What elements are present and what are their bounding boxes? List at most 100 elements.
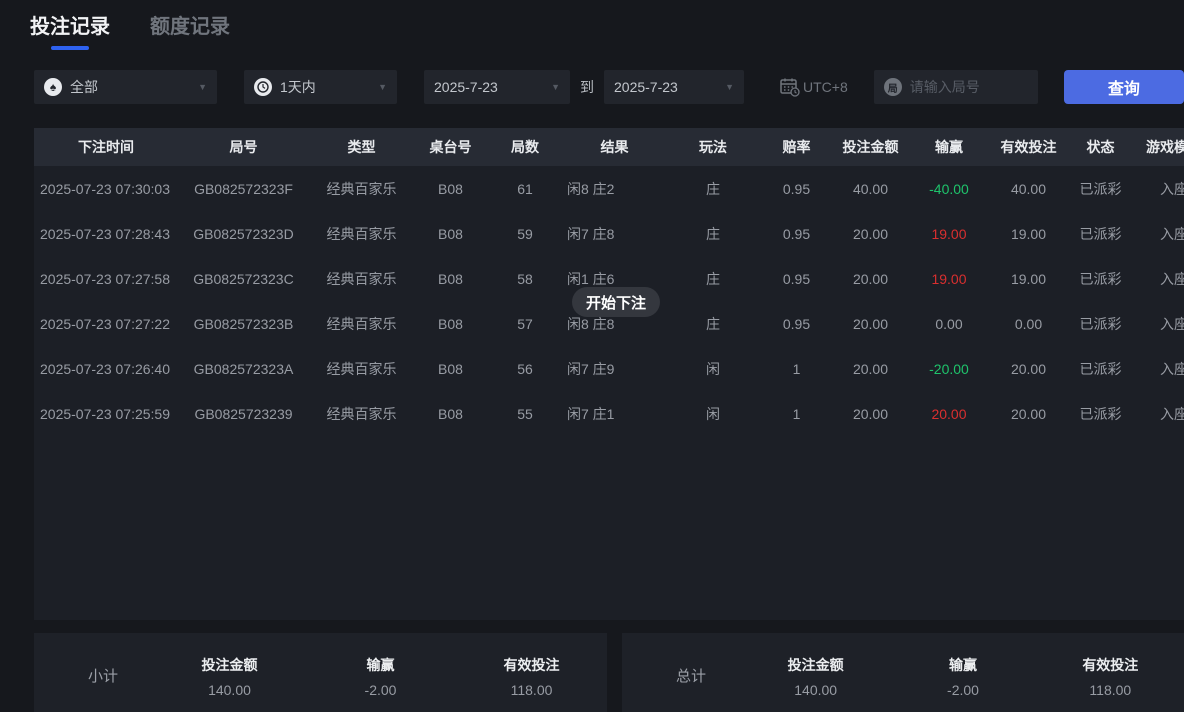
cell-round-no: 55 bbox=[487, 406, 563, 422]
date-to-value: 2025-7-23 bbox=[614, 79, 678, 95]
game-type-value: 全部 bbox=[70, 77, 98, 97]
table-row[interactable]: 2025-07-23 07:25:59GB0825723239经典百家乐B085… bbox=[34, 391, 1184, 436]
round-icon: 局 bbox=[884, 78, 902, 96]
chevron-down-icon: ▼ bbox=[378, 82, 387, 92]
cell-bet-amount: 20.00 bbox=[833, 406, 908, 422]
calendar-clock-icon bbox=[779, 76, 801, 98]
cell-round-id: GB082572323F bbox=[178, 181, 309, 197]
timezone-label: UTC+8 bbox=[803, 79, 848, 95]
subtotal-winloss-value: -2.00 bbox=[305, 682, 456, 698]
toast-start-betting: 开始下注 bbox=[572, 287, 660, 317]
cell-type: 经典百家乐 bbox=[309, 179, 414, 199]
total-valid-label: 有效投注 bbox=[1037, 655, 1184, 675]
cell-game-mode: 入座 bbox=[1134, 179, 1184, 199]
cell-time: 2025-07-23 07:27:22 bbox=[34, 316, 178, 332]
cell-table-no: B08 bbox=[414, 316, 487, 332]
cell-valid-bet: 0.00 bbox=[990, 316, 1067, 332]
cell-time: 2025-07-23 07:30:03 bbox=[34, 181, 178, 197]
total-panel: 总计 投注金额 140.00 输赢 -2.00 有效投注 118.00 bbox=[622, 633, 1184, 712]
cell-round-no: 57 bbox=[487, 316, 563, 332]
cell-bet-amount: 20.00 bbox=[833, 271, 908, 287]
cell-result: 闲8 庄2 bbox=[563, 179, 666, 199]
subtotal-winloss-label: 输赢 bbox=[305, 655, 456, 675]
tab-quota-records-label: 额度记录 bbox=[150, 16, 230, 38]
tab-bet-records[interactable]: 投注记录 bbox=[30, 10, 110, 50]
cell-game-mode: 入座 bbox=[1134, 314, 1184, 334]
col-header-valid-bet: 有效投注 bbox=[990, 137, 1067, 157]
table-row[interactable]: 2025-07-23 07:26:40GB082572323A经典百家乐B085… bbox=[34, 346, 1184, 391]
date-to-picker[interactable]: 2025-7-23 ▼ bbox=[604, 70, 744, 104]
col-header-round-id: 局号 bbox=[178, 137, 309, 157]
cell-status: 已派彩 bbox=[1067, 359, 1134, 379]
filter-bar: ♠ 全部 ▼ 1天内 ▼ 2025-7-23 ▼ 到 2025-7-23 ▼ U… bbox=[34, 70, 1184, 104]
bet-records-table: 下注时间 局号 类型 桌台号 局数 结果 玩法 赔率 投注金额 输赢 有效投注 … bbox=[34, 128, 1184, 620]
cell-time: 2025-07-23 07:27:58 bbox=[34, 271, 178, 287]
total-winloss-value: -2.00 bbox=[889, 682, 1036, 698]
col-header-bet-amount: 投注金额 bbox=[833, 137, 908, 157]
cell-result: 闲1 庄6 bbox=[563, 269, 666, 289]
active-tab-underline bbox=[51, 46, 89, 50]
table-row[interactable]: 2025-07-23 07:30:03GB082572323F经典百家乐B086… bbox=[34, 166, 1184, 211]
subtotal-bet-value: 140.00 bbox=[154, 682, 305, 698]
cell-time: 2025-07-23 07:26:40 bbox=[34, 361, 178, 377]
total-bet-label: 投注金额 bbox=[742, 655, 889, 675]
spade-icon: ♠ bbox=[44, 78, 62, 96]
cell-type: 经典百家乐 bbox=[309, 224, 414, 244]
col-header-odds: 赔率 bbox=[760, 137, 833, 157]
total-bet: 投注金额 140.00 bbox=[742, 655, 889, 698]
cell-odds: 0.95 bbox=[760, 316, 833, 332]
cell-winloss: -20.00 bbox=[908, 361, 990, 377]
cell-type: 经典百家乐 bbox=[309, 359, 414, 379]
query-button[interactable]: 查询 bbox=[1064, 70, 1184, 104]
cell-play: 闲 bbox=[666, 404, 760, 424]
timezone-indicator: UTC+8 bbox=[779, 76, 848, 98]
table-row[interactable]: 2025-07-23 07:28:43GB082572323D经典百家乐B085… bbox=[34, 211, 1184, 256]
col-header-game-mode: 游戏模式 bbox=[1134, 137, 1184, 157]
subtotal-valid-value: 118.00 bbox=[456, 682, 607, 698]
subtotal-valid: 有效投注 118.00 bbox=[456, 655, 607, 698]
cell-bet-amount: 40.00 bbox=[833, 181, 908, 197]
time-range-dropdown[interactable]: 1天内 ▼ bbox=[244, 70, 397, 104]
total-bet-value: 140.00 bbox=[742, 682, 889, 698]
chevron-down-icon: ▼ bbox=[198, 82, 207, 92]
game-type-dropdown[interactable]: ♠ 全部 ▼ bbox=[34, 70, 217, 104]
cell-result: 闲7 庄9 bbox=[563, 359, 666, 379]
cell-winloss: -40.00 bbox=[908, 181, 990, 197]
cell-game-mode: 入座 bbox=[1134, 359, 1184, 379]
cell-status: 已派彩 bbox=[1067, 224, 1134, 244]
clock-icon bbox=[254, 78, 272, 96]
cell-winloss: 20.00 bbox=[908, 406, 990, 422]
cell-valid-bet: 19.00 bbox=[990, 271, 1067, 287]
table-header-row: 下注时间 局号 类型 桌台号 局数 结果 玩法 赔率 投注金额 输赢 有效投注 … bbox=[34, 128, 1184, 166]
tab-quota-records[interactable]: 额度记录 bbox=[150, 10, 230, 50]
col-header-table-no: 桌台号 bbox=[414, 137, 487, 157]
cell-time: 2025-07-23 07:28:43 bbox=[34, 226, 178, 242]
cell-odds: 1 bbox=[760, 361, 833, 377]
chevron-down-icon: ▼ bbox=[725, 82, 734, 92]
subtotal-bet-label: 投注金额 bbox=[154, 655, 305, 675]
cell-valid-bet: 19.00 bbox=[990, 226, 1067, 242]
cell-winloss: 19.00 bbox=[908, 226, 990, 242]
col-header-time: 下注时间 bbox=[34, 137, 178, 157]
date-from-value: 2025-7-23 bbox=[434, 79, 498, 95]
cell-bet-amount: 20.00 bbox=[833, 361, 908, 377]
cell-bet-amount: 20.00 bbox=[833, 226, 908, 242]
col-header-status: 状态 bbox=[1067, 137, 1134, 157]
cell-round-id: GB082572323D bbox=[178, 226, 309, 242]
cell-game-mode: 入座 bbox=[1134, 224, 1184, 244]
cell-round-id: GB0825723239 bbox=[178, 406, 309, 422]
total-valid-value: 118.00 bbox=[1037, 682, 1184, 698]
round-id-search-input[interactable]: 局 请输入局号 bbox=[874, 70, 1038, 104]
total-label: 总计 bbox=[622, 665, 742, 686]
cell-play: 闲 bbox=[666, 359, 760, 379]
cell-round-id: GB082572323A bbox=[178, 361, 309, 377]
time-range-value: 1天内 bbox=[280, 77, 316, 97]
cell-table-no: B08 bbox=[414, 406, 487, 422]
cell-odds: 0.95 bbox=[760, 226, 833, 242]
total-winloss-label: 输赢 bbox=[889, 655, 1036, 675]
date-from-picker[interactable]: 2025-7-23 ▼ bbox=[424, 70, 570, 104]
cell-round-no: 59 bbox=[487, 226, 563, 242]
cell-odds: 0.95 bbox=[760, 271, 833, 287]
cell-winloss: 0.00 bbox=[908, 316, 990, 332]
col-header-result: 结果 bbox=[563, 137, 666, 157]
